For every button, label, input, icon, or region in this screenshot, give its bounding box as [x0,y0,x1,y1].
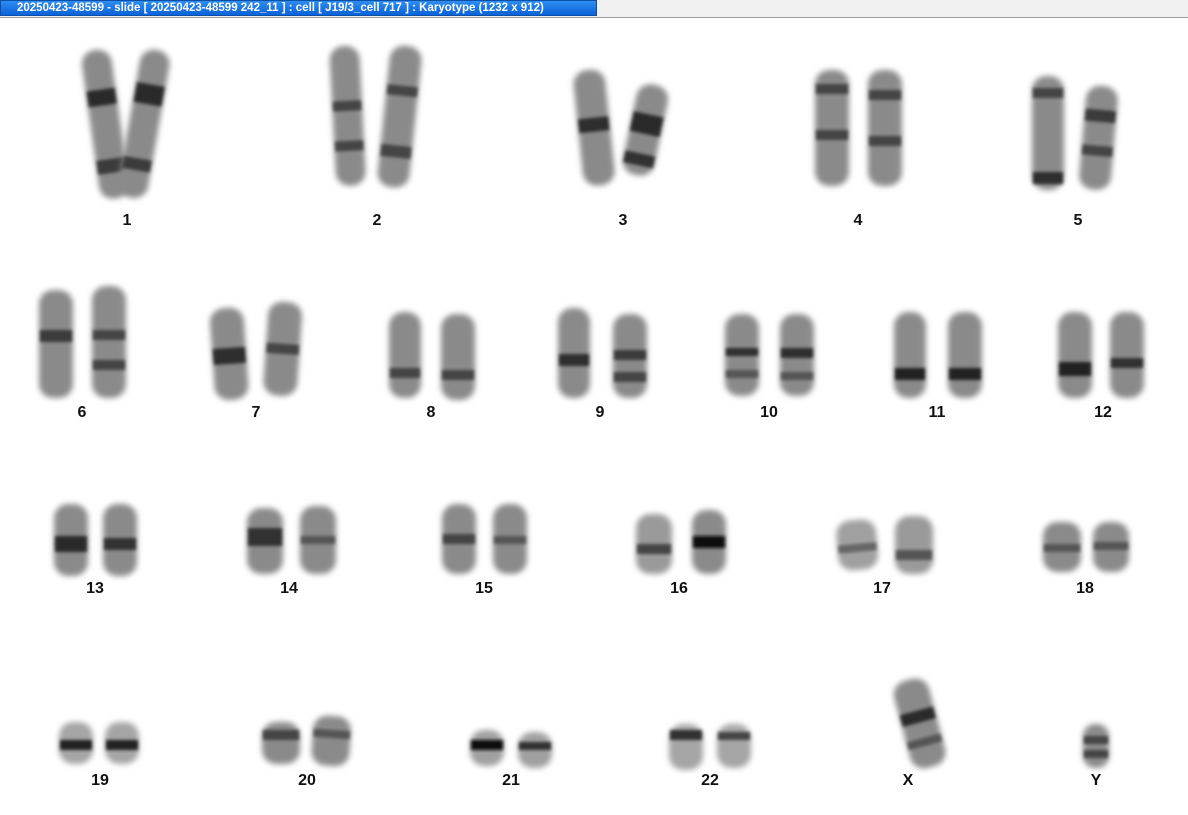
chromosome-pair-11-image [894,312,982,398]
pair-label: 17 [873,580,891,597]
chromosome-pair-14-image [247,506,336,574]
chromosome-pair-6-image [39,286,126,398]
chromosome-pair-12-image [1058,312,1144,398]
chromosome-pair-17-image [836,516,933,574]
chromosome-pair-19-image [59,722,139,764]
pair-label: 22 [701,772,719,789]
pair-label: 13 [86,580,104,597]
pair-label: 12 [1094,404,1112,421]
chromosome-pair-9-image [558,308,647,398]
pair-label: 21 [502,772,520,789]
pair-label: 15 [475,580,493,597]
chromosome-pair-22-image [669,724,751,770]
pair-label: 9 [595,404,605,421]
chromosome-pair-2-image [329,45,422,188]
pair-label: 14 [280,580,298,597]
pair-label: Y [1090,772,1102,789]
pair-label: 1 [122,212,132,229]
karyotype-canvas[interactable]: 1 2 3 4 5 6 7 8 9 10 11 12 13 14 15 16 1… [0,18,1188,815]
pair-label: 11 [928,404,946,421]
pair-label: 6 [77,404,87,421]
pair-label: 8 [426,404,436,421]
chromosome-pair-10-image [725,314,814,396]
chromosome-pair-13-image [54,504,137,576]
pair-label: 20 [298,772,316,789]
window-titlebar: 20250423-48599 - slide [ 20250423-48599 … [0,0,1188,18]
window-title[interactable]: 20250423-48599 - slide [ 20250423-48599 … [0,0,597,16]
pair-label: 2 [372,212,382,229]
pair-label: 10 [760,404,778,421]
pair-label: 3 [618,212,628,229]
pair-label: 16 [670,580,688,597]
pair-label: 18 [1076,580,1094,597]
chromosome-pair-X-image [893,678,946,769]
pair-label: 19 [91,772,109,789]
pair-label: 4 [853,212,863,229]
chromosome-pair-16-image [636,510,726,574]
chromosome-pair-5-image [1032,76,1118,190]
pair-label: X [902,772,914,789]
chromosome-pair-20-image [262,715,352,767]
pair-label: 5 [1073,212,1083,229]
chromosome-pair-18-image [1043,522,1129,572]
chromosome-pair-1-image [81,49,170,199]
chromosome-pair-15-image [442,504,527,574]
chromosome-pair-4-image [815,70,902,186]
chromosome-pair-3-image [573,69,669,186]
chromosome-pair-8-image [389,312,475,400]
pair-label: 7 [251,404,261,421]
chromosome-pair-7-image [209,301,303,401]
chromosome-pair-Y-image [1083,724,1109,768]
chromosome-pair-21-image [470,730,552,768]
